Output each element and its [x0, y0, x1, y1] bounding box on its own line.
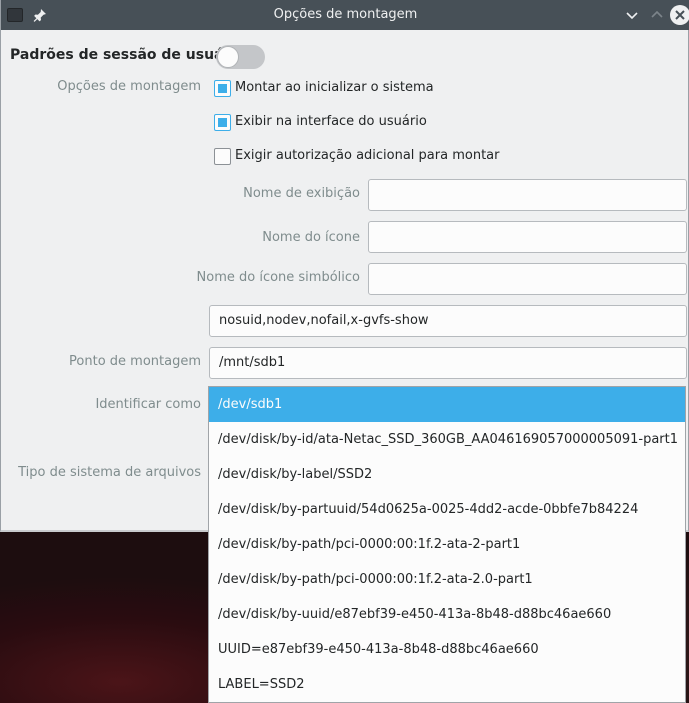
dropdown-option[interactable]: /dev/sdb1: [209, 387, 685, 422]
dropdown-option[interactable]: /dev/disk/by-label/SSD2: [209, 457, 685, 492]
symbolic-icon-name-field[interactable]: [368, 263, 687, 295]
identify-as-dropdown-list[interactable]: /dev/sdb1 /dev/disk/by-id/ata-Netac_SSD_…: [208, 386, 686, 703]
user-session-defaults-label: Padrões de sessão de usuário: [10, 47, 245, 63]
maximize-button[interactable]: [648, 6, 666, 24]
display-name-field[interactable]: [368, 179, 687, 211]
chevron-down-icon: [626, 12, 638, 20]
icon-name-field[interactable]: [368, 221, 687, 253]
dropdown-option[interactable]: LABEL=SSD2: [209, 667, 685, 702]
show-in-ui-label: Exibir na interface do usuário: [235, 114, 427, 129]
show-in-ui-checkbox[interactable]: [214, 114, 231, 131]
chevron-up-icon: [651, 10, 663, 18]
minimize-button[interactable]: [623, 6, 641, 24]
display-name-label: Nome de exibição: [243, 186, 360, 201]
mount-options-field[interactable]: nosuid,nodev,nofail,x-gvfs-show: [209, 305, 687, 337]
dropdown-option[interactable]: /dev/disk/by-id/ata-Netac_SSD_360GB_AA04…: [209, 422, 685, 457]
require-auth-checkbox[interactable]: [214, 148, 231, 165]
dropdown-option[interactable]: UUID=e87ebf39-e450-413a-8b48-d88bc46ae66…: [209, 632, 685, 667]
mount-at-startup-label: Montar ao inicializar o sistema: [235, 80, 434, 95]
user-session-defaults-toggle[interactable]: [216, 45, 265, 69]
close-button[interactable]: [670, 5, 689, 25]
title-bar[interactable]: Opções de montagem: [1, 0, 689, 30]
filesystem-type-label: Tipo de sistema de arquivos: [18, 465, 201, 480]
mount-options-label: Opções de montagem: [57, 79, 201, 94]
mount-point-label: Ponto de montagem: [69, 354, 201, 369]
identify-as-label: Identificar como: [95, 397, 201, 412]
require-auth-label: Exigir autorização adicional para montar: [235, 148, 500, 163]
mount-point-field[interactable]: /mnt/sdb1: [209, 347, 687, 379]
dropdown-option[interactable]: /dev/disk/by-uuid/e87ebf39-e450-413a-8b4…: [209, 597, 685, 632]
dropdown-option[interactable]: /dev/disk/by-path/pci-0000:00:1f.2-ata-2…: [209, 562, 685, 597]
dropdown-option[interactable]: /dev/disk/by-path/pci-0000:00:1f.2-ata-2…: [209, 527, 685, 562]
toggle-knob: [217, 46, 239, 68]
window-title: Opções de montagem: [273, 7, 418, 22]
mount-at-startup-checkbox[interactable]: [214, 80, 231, 97]
close-icon: [675, 10, 685, 20]
dropdown-option[interactable]: /dev/disk/by-partuuid/54d0625a-0025-4dd2…: [209, 492, 685, 527]
icon-name-label: Nome do ícone: [262, 230, 360, 245]
symbolic-icon-name-label: Nome do ícone simbólico: [196, 270, 360, 285]
